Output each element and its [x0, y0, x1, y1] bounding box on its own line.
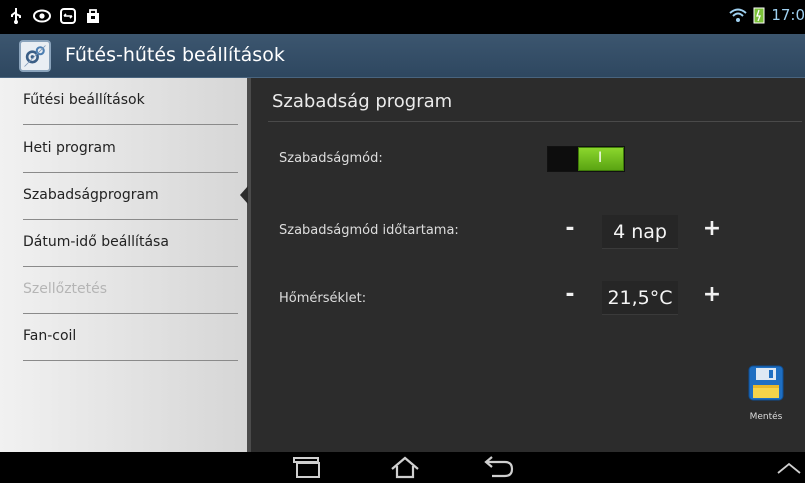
bag-icon	[87, 9, 99, 23]
navigation-bar	[0, 452, 805, 483]
usb-icon	[11, 8, 21, 24]
toggle-off-part	[548, 147, 578, 171]
selection-indicator	[240, 186, 248, 204]
wifi-icon	[729, 8, 747, 22]
sidebar-item-label: Fan-coil	[23, 328, 77, 344]
sidebar-item-label: Heti program	[23, 140, 116, 156]
sidebar-item-date-time[interactable]: Dátum-idő beállítása	[23, 220, 238, 267]
sidebar: Fűtési beállítások Heti program Szabadsá…	[0, 78, 247, 452]
sidebar-item-vacation-program[interactable]: Szabadságprogram	[23, 173, 238, 220]
sidebar-item-fan-coil[interactable]: Fan-coil	[23, 314, 238, 361]
battery-icon	[753, 7, 765, 24]
action-bar: Fűtés-hűtés beállítások	[0, 34, 805, 78]
status-bar: 17:0	[0, 0, 805, 34]
save-label: Mentés	[749, 412, 783, 422]
temperature-label: Hőmérséklet:	[279, 291, 367, 306]
duration-value: 4 nap	[602, 215, 678, 249]
temperature-value: 21,5°C	[602, 281, 678, 315]
sidebar-item-label: Dátum-idő beállítása	[23, 234, 169, 250]
content-panel: Szabadság program Szabadságmód: I Szabad…	[251, 78, 805, 452]
toggle-text: I	[598, 150, 603, 166]
duration-plus-button[interactable]: +	[702, 216, 722, 241]
sidebar-item-label: Szabadságprogram	[23, 187, 159, 203]
back-icon[interactable]	[480, 456, 516, 480]
sidebar-item-heating-settings[interactable]: Fűtési beállítások	[23, 78, 238, 125]
save-button[interactable]: Mentés	[733, 361, 799, 429]
eye-icon	[33, 9, 51, 23]
duration-label: Szabadságmód időtartama:	[279, 223, 459, 238]
page-title: Szabadság program	[272, 91, 453, 112]
clock-time: 17:0	[771, 6, 805, 24]
home-icon[interactable]	[388, 456, 422, 480]
sidebar-item-ventilation: Szellőztetés	[23, 267, 238, 314]
title-divider	[268, 121, 802, 122]
sidebar-item-label: Szellőztetés	[23, 281, 108, 297]
toggle-on-part: I	[578, 147, 624, 171]
floppy-disk-icon	[748, 365, 784, 401]
temperature-minus-button[interactable]: -	[560, 282, 580, 307]
temperature-plus-button[interactable]: +	[702, 282, 722, 307]
settings-app-icon[interactable]	[19, 40, 51, 72]
expand-up-icon[interactable]	[776, 460, 802, 476]
duration-minus-button[interactable]: -	[560, 216, 580, 241]
sidebar-item-label: Fűtési beállítások	[23, 92, 145, 108]
vacation-mode-toggle[interactable]: I	[547, 146, 625, 172]
recent-apps-icon[interactable]	[287, 456, 327, 480]
vacation-mode-label: Szabadságmód:	[279, 151, 383, 166]
sidebar-item-weekly-program[interactable]: Heti program	[23, 126, 238, 173]
transfer-icon	[60, 8, 76, 24]
app-title: Fűtés-hűtés beállítások	[65, 44, 285, 66]
